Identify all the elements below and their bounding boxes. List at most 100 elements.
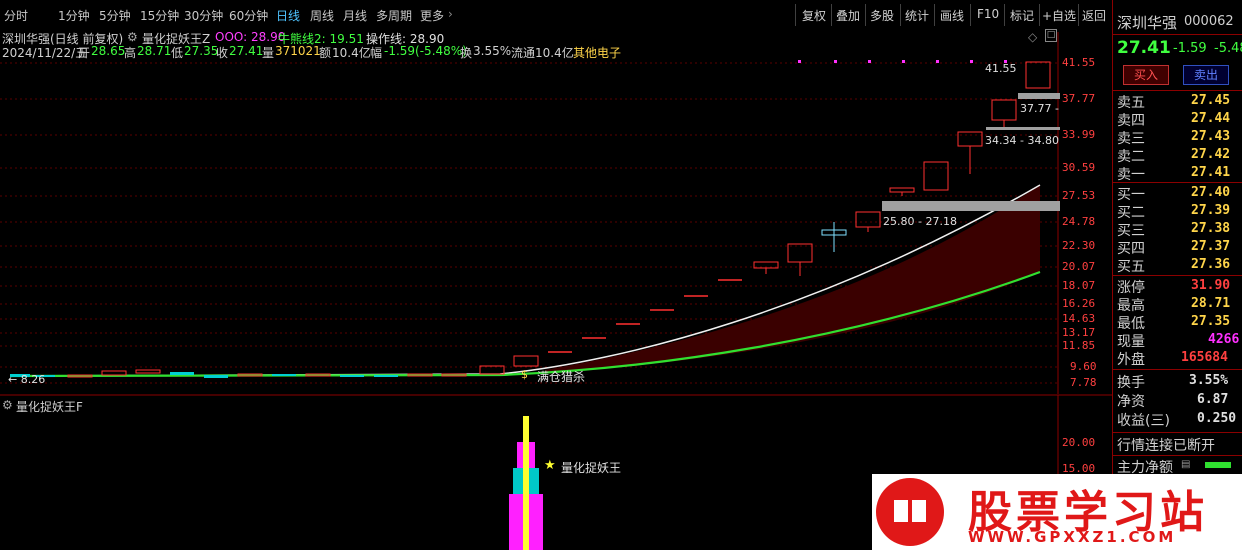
divider xyxy=(1039,4,1040,26)
divider xyxy=(1113,455,1242,456)
top-toolbar: 分时 1分钟 5分钟 15分钟 30分钟 60分钟 日线 周线 月线 多周期 更… xyxy=(0,0,1242,32)
stat-value: 31.90 xyxy=(1191,278,1231,293)
divider xyxy=(1113,34,1242,35)
tab-5min[interactable]: 5分钟 xyxy=(99,7,131,24)
axis-tick: 33.99 xyxy=(1062,128,1096,141)
band-fill xyxy=(545,185,1040,373)
add-watchlist-button[interactable]: +自选 xyxy=(1042,7,1076,24)
divider xyxy=(1113,90,1242,91)
divider xyxy=(900,4,901,26)
money-bag-icon: $ xyxy=(521,368,528,381)
tab-60min[interactable]: 60分钟 xyxy=(229,7,268,24)
tab-more[interactable]: 更多 xyxy=(420,7,444,24)
bid-label: 买四 xyxy=(1117,241,1145,257)
watermark-url: WWW.GPXXZ1.COM xyxy=(968,528,1177,546)
stat-label: 最低 xyxy=(1117,316,1145,332)
sub-axis-tick: 20.00 xyxy=(1062,436,1096,449)
ask-label: 卖三 xyxy=(1117,131,1145,147)
divider xyxy=(1113,182,1242,183)
ask-price: 27.43 xyxy=(1191,129,1231,144)
chevron-right-icon[interactable]: › xyxy=(448,7,453,21)
tab-30min[interactable]: 30分钟 xyxy=(184,7,223,24)
bid-price: 27.38 xyxy=(1191,221,1231,236)
ask-label: 卖五 xyxy=(1117,95,1145,111)
bid-price: 27.37 xyxy=(1191,239,1231,254)
axis-tick: 41.55 xyxy=(1062,56,1096,69)
bid-label: 买一 xyxy=(1117,187,1145,203)
ask-label: 卖一 xyxy=(1117,167,1145,183)
star-icon: ★ xyxy=(544,458,556,473)
stock-name: 深圳华强 xyxy=(1117,14,1178,32)
zone-bar-1 xyxy=(1018,93,1060,99)
buy-button[interactable]: 买入 xyxy=(1123,65,1169,85)
tab-daily[interactable]: 日线 xyxy=(276,7,300,24)
ask-price: 27.45 xyxy=(1191,93,1231,108)
ask-label: 卖四 xyxy=(1117,113,1145,129)
draw-line-button[interactable]: 画线 xyxy=(940,7,964,24)
connection-status: 行情连接已断开 xyxy=(1117,438,1215,454)
cyan-candle xyxy=(821,222,847,252)
price-change-pct: -5.48 xyxy=(1214,41,1242,56)
signal-label: 满仓猎杀 xyxy=(537,370,586,384)
stats-button[interactable]: 统计 xyxy=(905,7,929,24)
sell-button[interactable]: 卖出 xyxy=(1183,65,1229,85)
tab-multi-period[interactable]: 多周期 xyxy=(376,7,412,24)
stat-value: 3.55% xyxy=(1189,373,1229,388)
f10-button[interactable]: F10 xyxy=(977,7,999,21)
tab-1min[interactable]: 1分钟 xyxy=(58,7,90,24)
zone-bar-2 xyxy=(986,127,1060,130)
axis-tick: 7.78 xyxy=(1070,376,1097,389)
top-price-label: 41.55 xyxy=(985,62,1017,75)
tab-monthly[interactable]: 月线 xyxy=(343,7,367,24)
overlay-button[interactable]: 叠加 xyxy=(836,7,860,24)
stat-value: 0.250 xyxy=(1197,411,1237,426)
divider xyxy=(1078,4,1079,26)
mark-button[interactable]: 标记 xyxy=(1010,7,1034,24)
zone2-label: 34.34 - 34.80 xyxy=(985,134,1059,147)
axis-tick: 30.59 xyxy=(1062,161,1096,174)
multi-stock-button[interactable]: 多股 xyxy=(870,7,894,24)
divider xyxy=(934,4,935,26)
tab-timeshare[interactable]: 分时 xyxy=(4,7,28,24)
zone3-label: 25.80 - 27.18 xyxy=(883,215,957,228)
stock-code: 000062 xyxy=(1184,14,1234,29)
bid-price: 27.39 xyxy=(1191,203,1231,218)
main-flow-bar xyxy=(1205,462,1231,468)
stat-value: 27.35 xyxy=(1191,314,1231,329)
low-price-label: ← 8.26 xyxy=(8,373,46,386)
ask-price: 27.42 xyxy=(1191,147,1231,162)
axis-tick: 27.53 xyxy=(1062,189,1096,202)
sub-indicator-name[interactable]: 量化捉妖王F xyxy=(16,398,83,415)
ask-label: 卖二 xyxy=(1117,149,1145,165)
bid-price: 27.36 xyxy=(1191,257,1231,272)
back-button[interactable]: 返回 xyxy=(1082,7,1106,24)
tab-15min[interactable]: 15分钟 xyxy=(140,7,179,24)
tab-weekly[interactable]: 周线 xyxy=(310,7,334,24)
bid-label: 买五 xyxy=(1117,259,1145,275)
stat-label: 净资 xyxy=(1117,394,1145,410)
kline-chart-area[interactable]: 深圳华强(日线 前复权) ⚙ 量化捉妖王Z OOO: 28.90 牛熊线2: 1… xyxy=(0,29,1112,550)
sub-signal-label: 量化捉妖王 xyxy=(561,461,622,475)
axis-tick: 20.07 xyxy=(1062,260,1096,273)
watermark-banner: 股票学习站 WWW.GPXXZ1.COM xyxy=(872,474,1242,550)
stat-value: 4266 xyxy=(1208,332,1240,347)
adjust-button[interactable]: 复权 xyxy=(802,7,826,24)
sub-settings-icon[interactable]: ⚙ xyxy=(2,398,13,412)
list-icon[interactable]: ▤ xyxy=(1181,459,1190,470)
divider xyxy=(865,4,866,26)
stat-label: 换手 xyxy=(1117,375,1145,391)
axis-tick: 37.77 xyxy=(1062,92,1096,105)
stat-value: 165684 xyxy=(1181,350,1228,365)
zone1-label: 37.77 - xyxy=(1020,102,1059,115)
divider xyxy=(1004,4,1005,26)
stat-label: 外盘 xyxy=(1117,352,1145,368)
zone-bar-3 xyxy=(882,201,1060,211)
axis-tick: 16.26 xyxy=(1062,297,1096,310)
ask-price: 27.44 xyxy=(1191,111,1231,126)
bid-label: 买三 xyxy=(1117,223,1145,239)
axis-tick: 22.30 xyxy=(1062,239,1096,252)
divider xyxy=(1113,432,1242,433)
divider xyxy=(831,4,832,26)
axis-tick: 11.85 xyxy=(1062,339,1096,352)
bid-price: 27.40 xyxy=(1191,185,1231,200)
